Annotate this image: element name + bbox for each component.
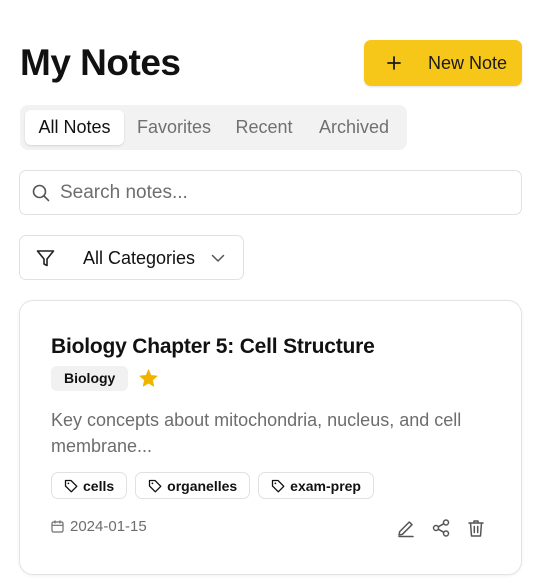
- tag-label: organelles: [167, 477, 238, 494]
- tab-recent[interactable]: Recent: [228, 110, 300, 145]
- tag-organelles[interactable]: organelles: [135, 472, 251, 499]
- page-header: My Notes New Note: [20, 40, 522, 86]
- search-icon: [32, 184, 50, 202]
- tab-archived[interactable]: Archived: [310, 110, 398, 145]
- tag-list: cells organelles exam-prep: [51, 472, 374, 499]
- tag-label: exam-prep: [290, 477, 361, 494]
- search-input[interactable]: [60, 172, 510, 213]
- tag-icon: [148, 479, 162, 492]
- category-filter-label: All Categories: [83, 248, 196, 268]
- calendar-icon: [51, 520, 64, 533]
- tab-favorites[interactable]: Favorites: [128, 110, 220, 145]
- search-box: [19, 170, 522, 215]
- new-note-label: New Note: [428, 52, 508, 73]
- plus-icon: [387, 56, 401, 70]
- note-card[interactable]: Biology Chapter 5: Cell Structure Biolog…: [19, 300, 522, 575]
- category-badge: Biology: [51, 366, 129, 391]
- new-note-button[interactable]: New Note: [364, 40, 522, 86]
- funnel-icon: [36, 250, 55, 267]
- note-date-text: 2024-01-15: [70, 518, 147, 535]
- chevron-down-icon: [211, 254, 225, 262]
- share-icon[interactable]: [431, 518, 451, 538]
- page-title: My Notes: [20, 42, 181, 83]
- star-icon[interactable]: [139, 369, 158, 387]
- tag-label: cells: [83, 477, 115, 494]
- note-date: 2024-01-15: [51, 518, 147, 535]
- note-title[interactable]: Biology Chapter 5: Cell Structure: [51, 332, 375, 362]
- tag-icon: [64, 479, 78, 492]
- trash-icon[interactable]: [466, 518, 486, 538]
- note-excerpt: Key concepts about mitochondria, nucleus…: [51, 410, 462, 456]
- tag-icon: [272, 479, 285, 492]
- tag-cells[interactable]: cells: [51, 472, 128, 499]
- edit-icon[interactable]: [396, 518, 416, 538]
- tag-exam-prep[interactable]: exam-prep: [258, 472, 374, 499]
- tab-all-notes[interactable]: All Notes: [25, 110, 124, 145]
- tab-bar: All Notes Favorites Recent Archived: [20, 105, 407, 150]
- category-filter-dropdown[interactable]: All Categories: [19, 235, 244, 280]
